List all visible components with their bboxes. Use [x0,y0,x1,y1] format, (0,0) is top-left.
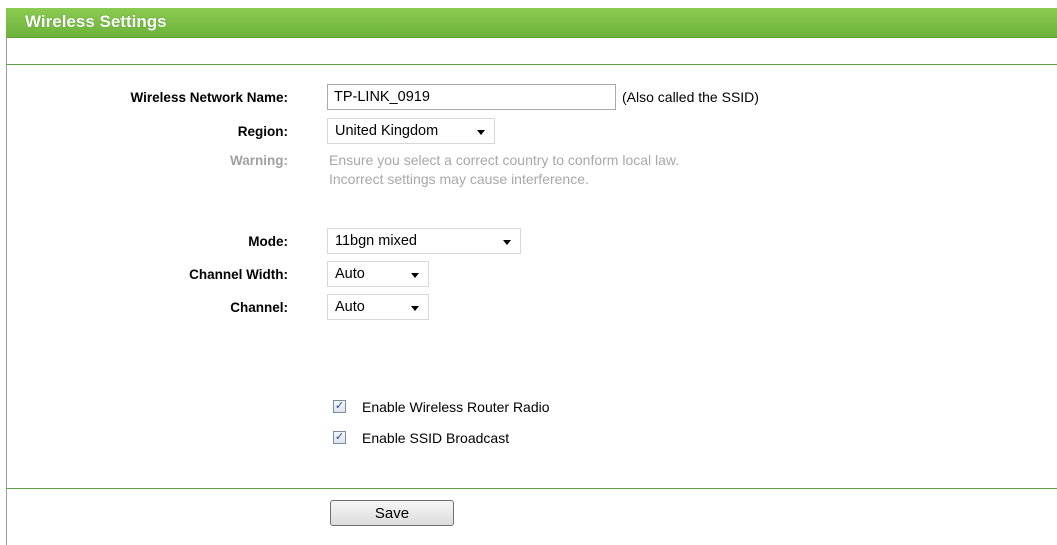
channel-width-value: Auto [335,266,365,282]
warning-label: Warning: [230,153,288,168]
chevron-down-icon [477,130,485,135]
save-button[interactable]: Save [330,500,454,526]
enable-radio-checkbox[interactable]: ✓ [333,400,346,413]
mode-select[interactable]: 11bgn mixed [327,228,521,254]
enable-ssid-broadcast-checkbox[interactable]: ✓ [333,431,346,444]
top-strip [0,0,1057,8]
mode-label: Mode: [248,234,288,249]
region-label: Region: [237,124,288,139]
mode-value: 11bgn mixed [335,233,417,249]
ssid-label: Wireless Network Name: [130,90,288,105]
chevron-down-icon [411,306,419,311]
channel-label: Channel: [230,300,288,315]
channel-select[interactable]: Auto [327,294,429,320]
region-value: United Kingdom [335,123,439,139]
ssid-note: (Also called the SSID) [622,89,759,105]
enable-radio-label: Enable Wireless Router Radio [362,399,550,415]
ssid-input[interactable] [327,84,616,110]
warning-line-2: Incorrect settings may cause interferenc… [329,171,589,187]
warning-line-1: Ensure you select a correct country to c… [329,152,680,168]
bottom-divider [6,488,1057,489]
page-title: Wireless Settings [25,12,167,31]
top-divider [6,64,1057,65]
chevron-down-icon [411,273,419,278]
channel-width-label: Channel Width: [189,267,288,282]
chevron-down-icon [503,240,511,245]
channel-width-select[interactable]: Auto [327,261,429,287]
settings-panel [6,37,1057,545]
channel-value: Auto [335,299,365,315]
region-select[interactable]: United Kingdom [327,118,495,144]
enable-ssid-broadcast-label: Enable SSID Broadcast [362,430,510,446]
section-header: Wireless Settings [6,8,1057,38]
